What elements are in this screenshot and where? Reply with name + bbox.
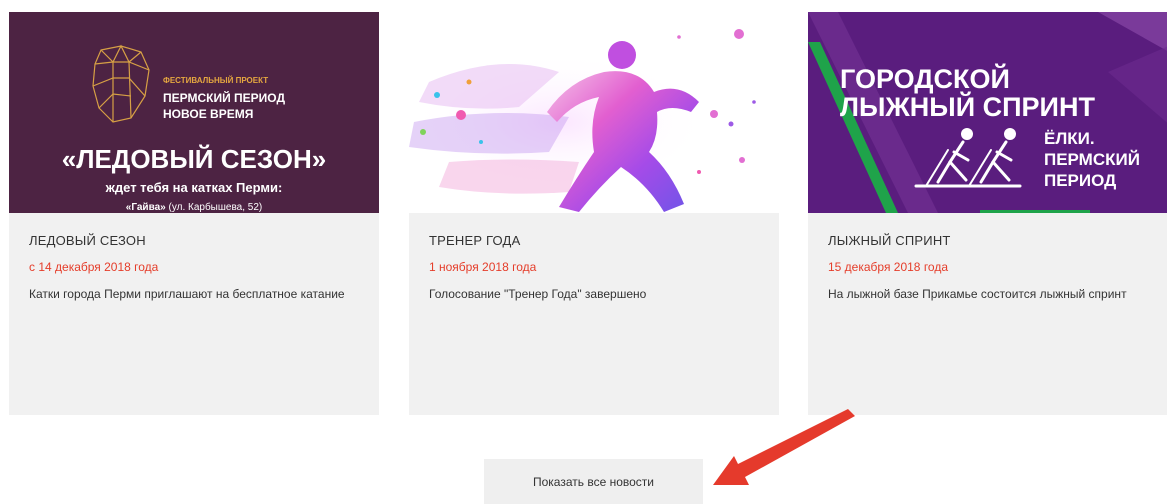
- project-label: ФЕСТИВАЛЬНЫЙ ПРОЕКТ: [163, 76, 268, 85]
- news-description: Катки города Перми приглашают на бесплат…: [29, 287, 345, 301]
- venue-address: (ул. Карбышева, 52): [166, 201, 263, 213]
- news-title[interactable]: ЛЫЖНЫЙ СПРИНТ: [828, 233, 1158, 249]
- image-subline: ждет тебя на катках Перми:: [105, 180, 283, 195]
- news-card-ice-season[interactable]: ФЕСТИВАЛЬНЫЙ ПРОЕКТ ПЕРМСКИЙ ПЕРИОД НОВО…: [9, 12, 379, 415]
- news-date: 1 ноября 2018 года: [429, 260, 537, 274]
- image-side-2: ПЕРМСКИЙ: [1044, 150, 1140, 169]
- news-description: На лыжной базе Прикамье состоится лыжный…: [828, 287, 1127, 301]
- image-venue: «Гайва» (ул. Карбышева, 52): [126, 201, 262, 213]
- news-title[interactable]: ЛЕДОВЫЙ СЕЗОН: [29, 233, 359, 249]
- news-card-ski-sprint[interactable]: ГОРОДСКОЙ ЛЫЖНЫЙ СПРИНТ ЁЛКИ. ПЕРМСКИЙ П…: [808, 12, 1167, 415]
- news-image-ski-sprint[interactable]: ГОРОДСКОЙ ЛЫЖНЫЙ СПРИНТ ЁЛКИ. ПЕРМСКИЙ П…: [808, 12, 1167, 213]
- news-card-coach-of-year[interactable]: ТРЕНЕР ГОДА 1 ноября 2018 года Голосован…: [409, 12, 779, 415]
- news-title[interactable]: ТРЕНЕР ГОДА: [429, 233, 759, 249]
- news-image-coach-of-year[interactable]: [409, 12, 779, 213]
- image-side-1: ЁЛКИ.: [1044, 129, 1095, 148]
- project-line-1: ПЕРМСКИЙ ПЕРИОД: [163, 90, 285, 105]
- news-image-ice-season[interactable]: ФЕСТИВАЛЬНЫЙ ПРОЕКТ ПЕРМСКИЙ ПЕРИОД НОВО…: [9, 12, 379, 213]
- show-all-news-button[interactable]: Показать все новости: [484, 459, 703, 504]
- image-headline: «ЛЕДОВЫЙ СЕЗОН»: [62, 144, 326, 174]
- image-side-3: ПЕРИОД: [1044, 171, 1116, 190]
- project-line-2: НОВОЕ ВРЕМЯ: [163, 107, 253, 121]
- venue-name: «Гайва»: [126, 202, 166, 213]
- news-date: с 14 декабря 2018 года: [29, 260, 159, 274]
- image-headline-1: ГОРОДСКОЙ: [840, 63, 1010, 94]
- news-description: Голосование "Тренер Года" завершено: [429, 287, 647, 301]
- image-headline-2: ЛЫЖНЫЙ СПРИНТ: [840, 91, 1095, 122]
- news-date: 15 декабря 2018 года: [828, 260, 949, 274]
